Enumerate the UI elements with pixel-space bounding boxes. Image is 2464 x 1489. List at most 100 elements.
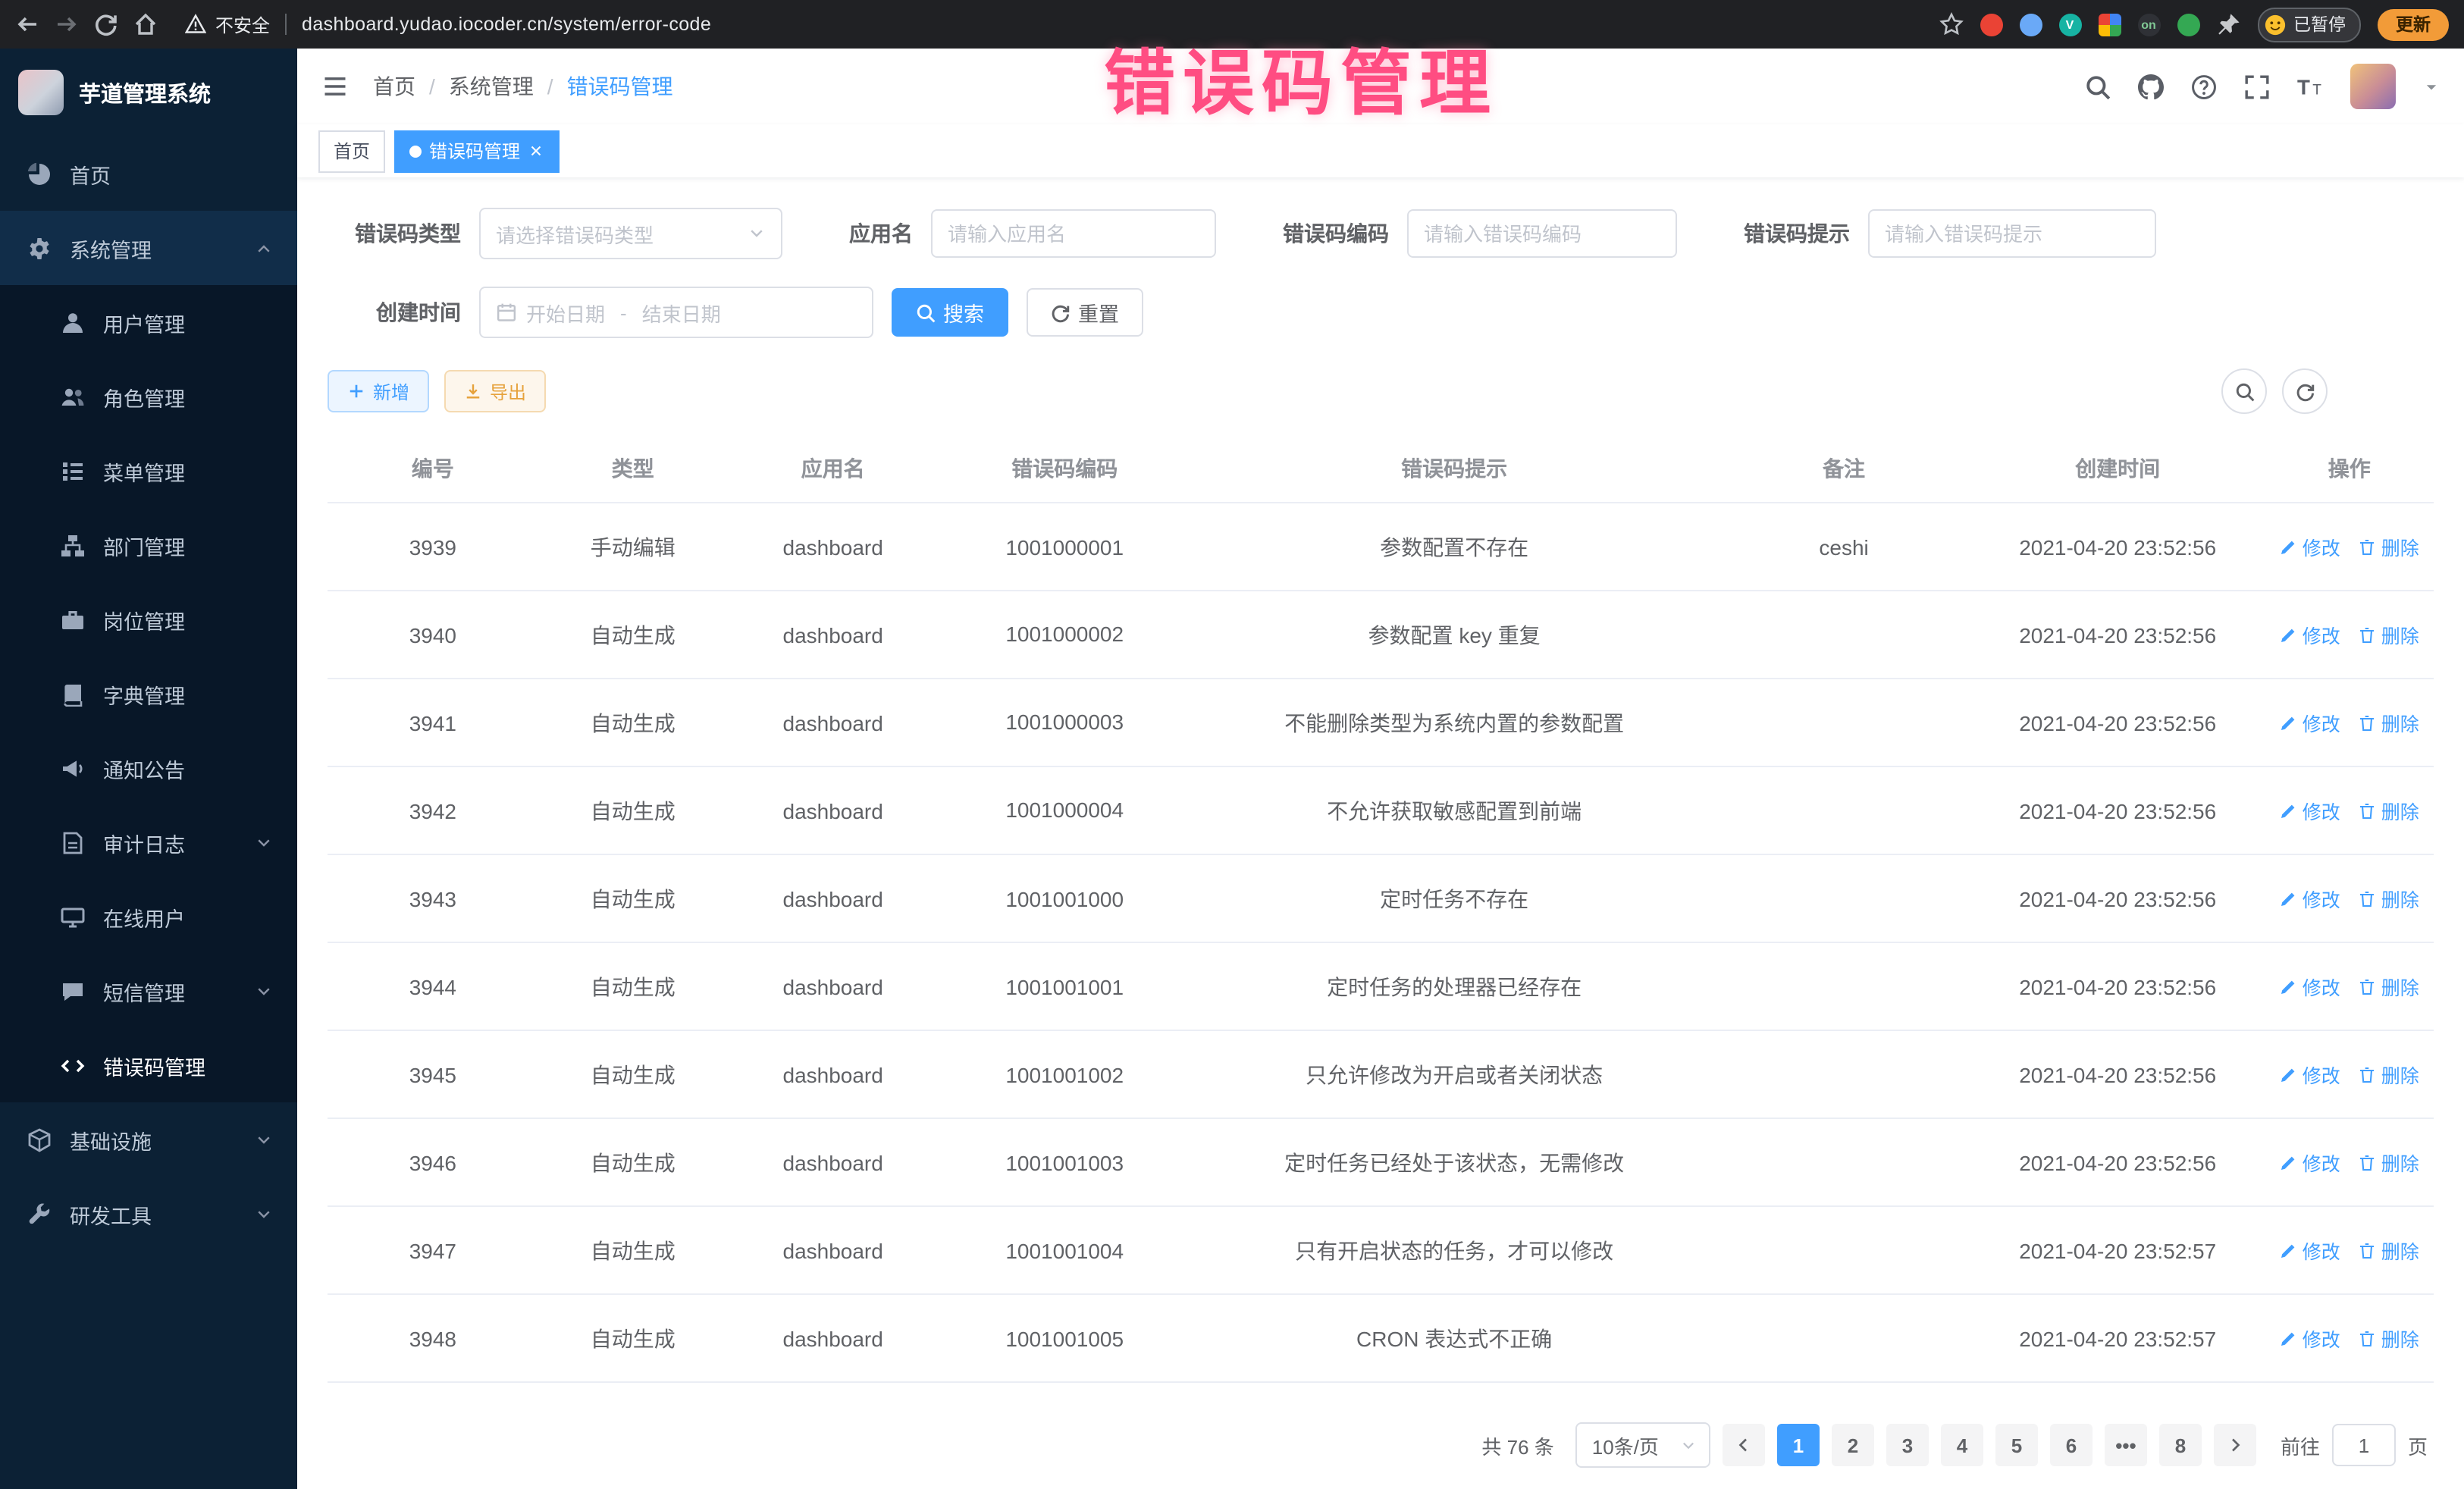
extension-icon[interactable]: V [2058, 13, 2081, 36]
pin-icon[interactable] [2216, 12, 2240, 36]
pagination-prev-button[interactable] [1723, 1424, 1765, 1466]
edit-link[interactable]: 修改 [2280, 532, 2340, 561]
delete-link[interactable]: 删除 [2359, 532, 2419, 561]
fullscreen-icon[interactable] [2244, 74, 2270, 99]
user-icon [61, 310, 85, 334]
sidebar-item[interactable]: 在线用户 [0, 879, 297, 954]
pagination-page-5[interactable]: 5 [1995, 1424, 2038, 1466]
breadcrumb-item[interactable]: 错误码管理 [567, 71, 673, 102]
cell-time: 2021-04-20 23:52:56 [1970, 534, 2265, 559]
app-name-input[interactable] [931, 209, 1216, 258]
cell-code: 1001001004 [939, 1238, 1191, 1262]
extension-icon[interactable]: on [2137, 13, 2160, 36]
date-range-picker[interactable]: 开始日期 - 结束日期 [479, 287, 873, 338]
export-button[interactable]: 导出 [444, 370, 546, 412]
pagination-page-4[interactable]: 4 [1941, 1424, 1983, 1466]
sidebar-item[interactable]: 基础设施 [0, 1102, 297, 1177]
hide-search-button[interactable] [2221, 368, 2267, 414]
update-button[interactable]: 更新 [2378, 8, 2449, 40]
sidebar-item[interactable]: 用户管理 [0, 285, 297, 359]
pagination-page-2[interactable]: 2 [1832, 1424, 1874, 1466]
extension-icon[interactable] [2019, 13, 2042, 36]
bookmark-star-icon[interactable] [1939, 12, 1963, 36]
pagination-page-1[interactable]: 1 [1777, 1424, 1820, 1466]
edit-link[interactable]: 修改 [2280, 972, 2340, 1001]
pagination-page-6[interactable]: 6 [2050, 1424, 2093, 1466]
reload-icon[interactable] [94, 12, 118, 36]
sidebar-item[interactable]: 菜单管理 [0, 434, 297, 508]
error-code-input[interactable] [1407, 209, 1677, 258]
pagination-page-3[interactable]: 3 [1886, 1424, 1929, 1466]
edit-link[interactable]: 修改 [2280, 1148, 2340, 1177]
delete-link[interactable]: 删除 [2359, 1324, 2419, 1353]
view-tag-active[interactable]: 错误码管理 [394, 130, 560, 172]
table-header: 错误码提示 [1191, 453, 1718, 484]
search-icon[interactable] [2085, 74, 2111, 99]
start-date-placeholder: 开始日期 [526, 298, 605, 327]
reset-button[interactable]: 重置 [1027, 288, 1143, 337]
url-text[interactable]: dashboard.yudao.iocoder.cn/system/error-… [302, 14, 711, 35]
sidebar-item[interactable]: 审计日志 [0, 805, 297, 879]
page-size-select[interactable]: 10条/页 [1575, 1422, 1710, 1468]
font-size-icon[interactable]: TT [2297, 74, 2323, 99]
cell-time: 2021-04-20 23:52:56 [1970, 974, 2265, 998]
user-avatar[interactable] [2350, 64, 2396, 109]
delete-link[interactable]: 删除 [2359, 620, 2419, 649]
close-icon[interactable] [528, 143, 544, 159]
edit-link[interactable]: 修改 [2280, 1324, 2340, 1353]
edit-link[interactable]: 修改 [2280, 884, 2340, 913]
error-type-select[interactable]: 请选择错误码类型 [479, 208, 782, 259]
edit-link[interactable]: 修改 [2280, 1236, 2340, 1265]
pagination-next-button[interactable] [2214, 1424, 2256, 1466]
page-content: 错误码类型 请选择错误码类型 应用名 错误码编码 [297, 177, 2464, 1489]
view-tag[interactable]: 首页 [318, 130, 385, 172]
sidebar-item[interactable]: 错误码管理 [0, 1028, 297, 1102]
extension-grid-icon[interactable] [2098, 13, 2121, 36]
breadcrumb-item[interactable]: 首页 [373, 71, 415, 102]
extension-icon[interactable] [2177, 13, 2199, 36]
sidebar-item[interactable]: 首页 [0, 136, 297, 211]
chevron-down-icon[interactable] [2423, 78, 2440, 95]
breadcrumb-item[interactable]: 系统管理 [449, 71, 534, 102]
sidebar-item[interactable]: 短信管理 [0, 954, 297, 1028]
delete-link[interactable]: 删除 [2359, 1236, 2419, 1265]
back-icon[interactable] [15, 12, 39, 36]
sidebar-item[interactable]: 通知公告 [0, 731, 297, 805]
chevron-down-icon [255, 982, 273, 1000]
extension-icon[interactable] [1980, 13, 2002, 36]
delete-link[interactable]: 删除 [2359, 1148, 2419, 1177]
sidebar-item[interactable]: 字典管理 [0, 657, 297, 731]
sidebar-collapse-icon[interactable] [321, 73, 349, 100]
edit-link[interactable]: 修改 [2280, 620, 2340, 649]
pagination-page-8[interactable]: 8 [2159, 1424, 2202, 1466]
paused-badge[interactable]: 已暂停 [2257, 7, 2361, 42]
error-hint-input[interactable] [1868, 209, 2156, 258]
home-icon[interactable] [133, 12, 158, 36]
pagination-goto-input[interactable] [2332, 1424, 2396, 1466]
github-icon[interactable] [2138, 74, 2164, 99]
edit-icon [2280, 889, 2298, 908]
help-icon[interactable] [2191, 74, 2217, 99]
edit-link[interactable]: 修改 [2280, 796, 2340, 825]
sidebar-item[interactable]: 部门管理 [0, 508, 297, 582]
sidebar-item[interactable]: 系统管理 [0, 211, 297, 285]
add-button[interactable]: 新增 [328, 370, 429, 412]
sidebar-item[interactable]: 角色管理 [0, 359, 297, 434]
delete-link[interactable]: 删除 [2359, 1060, 2419, 1089]
cell-type: 自动生成 [538, 1147, 728, 1177]
forward-icon[interactable] [55, 12, 79, 36]
delete-link[interactable]: 删除 [2359, 796, 2419, 825]
pagination-ellipsis[interactable]: ••• [2105, 1424, 2147, 1466]
security-label[interactable]: 不安全 [215, 11, 270, 37]
sidebar-item[interactable]: 岗位管理 [0, 582, 297, 657]
sidebar-item[interactable]: 研发工具 [0, 1177, 297, 1251]
edit-link[interactable]: 修改 [2280, 708, 2340, 737]
edit-link[interactable]: 修改 [2280, 1060, 2340, 1089]
delete-link[interactable]: 删除 [2359, 708, 2419, 737]
search-button[interactable]: 搜索 [892, 288, 1008, 337]
delete-link[interactable]: 删除 [2359, 884, 2419, 913]
cell-code: 1001001001 [939, 974, 1191, 998]
delete-link[interactable]: 删除 [2359, 972, 2419, 1001]
cell-app: dashboard [728, 622, 939, 647]
refresh-table-button[interactable] [2282, 368, 2328, 414]
